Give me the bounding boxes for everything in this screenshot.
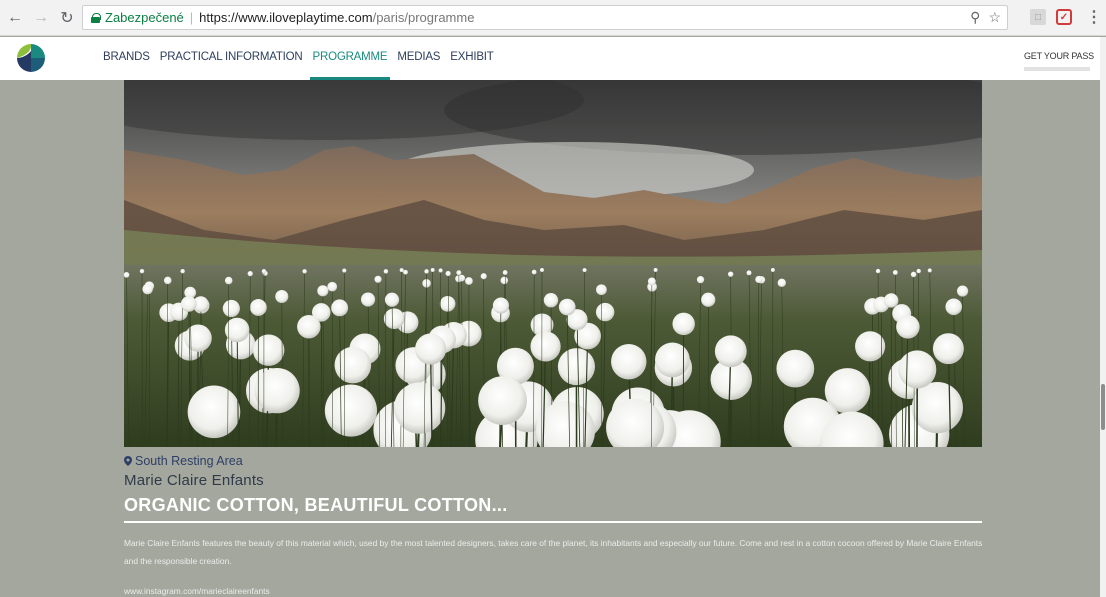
nav-link-medias[interactable]: MEDIAS	[397, 37, 440, 80]
event-description: Marie Claire Enfants features the beauty…	[124, 538, 983, 566]
url-host: https://www.iloveplaytime.com	[199, 10, 373, 25]
get-your-pass-underline	[1024, 67, 1090, 71]
event-instagram-link[interactable]: www.instagram.com/marieclaireenfants	[124, 586, 270, 596]
site-navigation: BRANDS PRACTICAL INFORMATION PROGRAMME MEDI…	[0, 37, 1100, 80]
nav-link-practical-information[interactable]: PRACTICAL INFORMATION	[160, 37, 303, 80]
reload-icon: ↻	[60, 9, 74, 27]
reload-button[interactable]: ↻	[56, 7, 78, 29]
star-icon[interactable]: ☆	[988, 9, 1001, 26]
magnifier-icon[interactable]: ⚲	[970, 9, 980, 26]
site-logo[interactable]	[16, 43, 46, 73]
arrow-left-icon: ←	[7, 8, 23, 26]
nav-link-exhibit[interactable]: EXHIBIT	[450, 37, 494, 80]
scrollbar-thumb[interactable]	[1101, 384, 1105, 430]
browser-menu-icon[interactable]: ⋮	[1086, 7, 1102, 27]
nav-link-brands[interactable]: BRANDS	[103, 37, 150, 80]
extension-pocket-icon[interactable]: ✓	[1056, 9, 1072, 25]
secure-label: Zabezpečené	[105, 10, 184, 25]
map-pin-icon	[124, 456, 132, 466]
event-location: South Resting Area	[124, 454, 243, 468]
arrow-right-icon: →	[33, 8, 49, 26]
event-brand: Marie Claire Enfants	[124, 472, 264, 489]
url-path: /paris/programme	[372, 10, 475, 25]
extension-pdf-icon[interactable]: □	[1030, 9, 1046, 25]
nav-link-programme[interactable]: PROGRAMME	[309, 37, 391, 80]
page-scrollbar[interactable]	[1100, 37, 1106, 597]
hero-image	[124, 80, 982, 447]
omnibox-separator: |	[189, 10, 194, 25]
get-your-pass-button[interactable]: GET YOUR PASS	[1024, 51, 1094, 61]
back-button[interactable]: ←	[4, 7, 26, 29]
event-location-text: South Resting Area	[135, 454, 243, 468]
title-divider	[124, 521, 982, 523]
browser-toolbar: ← → ↻ Zabezpečené | https://www.ilovepla…	[0, 0, 1106, 36]
forward-button[interactable]: →	[30, 7, 52, 29]
address-bar[interactable]: Zabezpečené | https://www.iloveplaytime.…	[82, 5, 1008, 30]
lock-icon	[91, 12, 101, 23]
primary-nav: BRANDS PRACTICAL INFORMATION PROGRAMME MEDI…	[103, 37, 494, 80]
event-title: ORGANIC COTTON, BEAUTIFUL COTTON...	[124, 495, 508, 515]
